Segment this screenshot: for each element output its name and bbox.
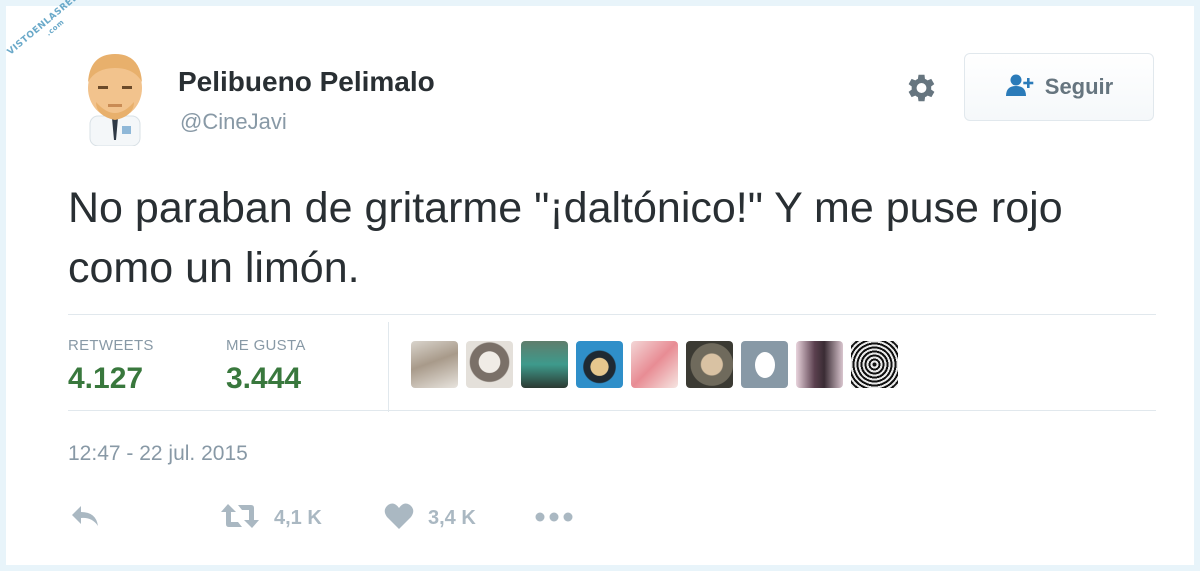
liker-avatar[interactable]	[411, 341, 458, 388]
likes-label: ME GUSTA	[226, 337, 306, 354]
liker-avatar[interactable]	[851, 341, 898, 388]
liker-avatar[interactable]	[796, 341, 843, 388]
liker-avatar[interactable]	[686, 341, 733, 388]
ellipsis-icon	[534, 510, 574, 528]
liker-avatar[interactable]	[741, 341, 788, 388]
heart-icon	[384, 502, 414, 535]
divider-top	[68, 314, 1156, 315]
avatar[interactable]	[76, 46, 154, 147]
divider-bottom	[68, 410, 1156, 411]
reply-icon	[70, 504, 100, 533]
tweet-timestamp[interactable]: 12:47 - 22 jul. 2015	[68, 442, 248, 466]
gear-icon[interactable]	[902, 70, 938, 106]
like-button[interactable]: 3,4 K	[384, 502, 476, 535]
retweet-count: 4,1 K	[274, 507, 322, 529]
liker-avatars	[411, 341, 898, 388]
follow-button-label: Seguir	[1044, 74, 1114, 99]
tweet-text: No paraban de gritarme "¡daltónico!" Y m…	[68, 184, 1063, 292]
retweet-button[interactable]: 4,1 K	[220, 502, 322, 535]
retweets-label: RETWEETS	[68, 337, 154, 354]
stats-separator	[388, 322, 389, 412]
display-name[interactable]: Pelibueno Pelimalo	[178, 66, 435, 98]
tweet-card: VISTOENLASREDES .com Pelibueno Pelimalo …	[6, 0, 1194, 565]
likes-count[interactable]: 3.444	[226, 362, 301, 396]
retweet-icon	[220, 502, 260, 535]
follow-button[interactable]: Seguir	[964, 53, 1154, 121]
reply-button[interactable]	[70, 504, 100, 533]
like-count: 3,4 K	[428, 507, 476, 529]
retweets-count[interactable]: 4.127	[68, 362, 143, 396]
add-user-icon	[1005, 73, 1035, 102]
liker-avatar[interactable]	[576, 341, 623, 388]
liker-avatar[interactable]	[521, 341, 568, 388]
user-handle[interactable]: @CineJavi	[180, 109, 287, 135]
liker-avatar[interactable]	[631, 341, 678, 388]
more-options-button[interactable]	[534, 510, 574, 528]
liker-avatar[interactable]	[466, 341, 513, 388]
tweet-actions: 4,1 K 3,4 K	[6, 502, 1194, 542]
